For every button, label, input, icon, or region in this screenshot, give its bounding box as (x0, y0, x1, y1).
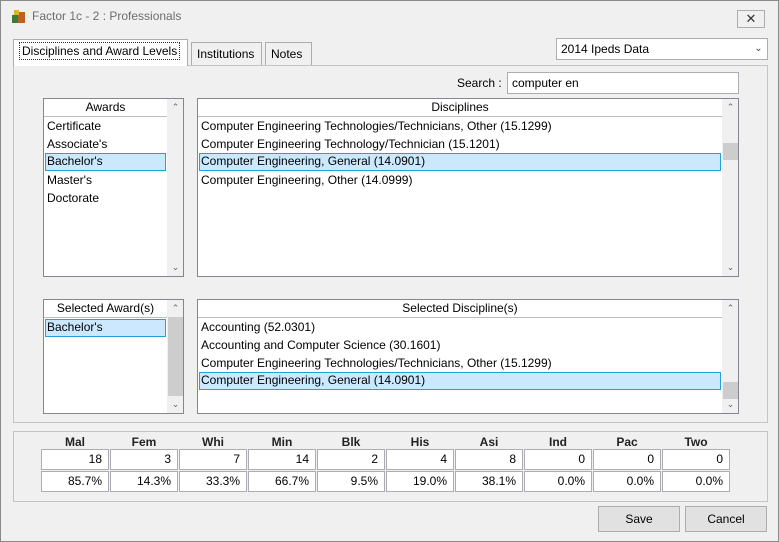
stat-count: 2 (317, 449, 385, 470)
list-item-selected[interactable]: Bachelor's (45, 319, 166, 337)
stat-whi: Whi 7 33.3% (179, 435, 247, 492)
selected-awards-scrollbar[interactable]: ⌃ ⌄ (167, 300, 183, 413)
stat-count: 7 (179, 449, 247, 470)
list-item[interactable]: Accounting and Computer Science (30.1601… (199, 337, 721, 355)
stat-percent: 0.0% (662, 471, 730, 492)
disciplines-list[interactable]: Disciplines Computer Engineering Technol… (197, 98, 739, 277)
window-title: Factor 1c - 2 : Professionals (32, 9, 182, 23)
cancel-button[interactable]: Cancel (685, 506, 767, 532)
list-item[interactable]: Master's (45, 172, 166, 190)
list-item[interactable]: Computer Engineering Technology/Technici… (199, 136, 721, 154)
awards-list[interactable]: Awards Certificate Associate's Bachelor'… (43, 98, 184, 277)
stat-label: Pac (616, 435, 638, 449)
stat-label: Asi (479, 435, 499, 449)
save-button[interactable]: Save (598, 506, 680, 532)
selected-awards-list[interactable]: Selected Award(s) Bachelor's ⌃ ⌄ (43, 299, 184, 414)
list-item[interactable]: Computer Engineering Technologies/Techni… (199, 118, 721, 136)
scroll-down-icon[interactable]: ⌄ (722, 259, 738, 276)
selected-disciplines-header: Selected Discipline(s) (198, 300, 722, 318)
stat-label: Blk (341, 435, 361, 449)
stat-percent: 38.1% (455, 471, 523, 492)
scroll-thumb[interactable] (168, 317, 183, 396)
stat-fem: Fem 3 14.3% (110, 435, 178, 492)
search-label: Search : (457, 76, 502, 90)
stat-blk: Blk 2 9.5% (317, 435, 385, 492)
demographic-stats: Mal 18 85.7% Fem 3 14.3% Whi 7 33.3% Min… (35, 435, 735, 495)
disciplines-header: Disciplines (198, 99, 722, 117)
title-bar: Factor 1c - 2 : Professionals ✕ (1, 1, 778, 31)
close-button[interactable]: ✕ (737, 10, 765, 28)
dialog-window: Factor 1c - 2 : Professionals ✕ Discipli… (0, 0, 779, 542)
stat-label: Min (271, 435, 293, 449)
selected-awards-header: Selected Award(s) (44, 300, 167, 318)
scroll-down-icon[interactable]: ⌄ (722, 396, 738, 413)
scroll-down-icon[interactable]: ⌄ (167, 396, 183, 413)
list-item[interactable]: Accounting (52.0301) (199, 319, 721, 337)
stat-min: Min 14 66.7% (248, 435, 316, 492)
stat-asi: Asi 8 38.1% (455, 435, 523, 492)
scroll-up-icon[interactable]: ⌃ (167, 99, 183, 116)
disciplines-scrollbar[interactable]: ⌃ ⌄ (722, 99, 738, 276)
tab-notes[interactable]: Notes (265, 42, 312, 65)
scroll-up-icon[interactable]: ⌃ (167, 300, 183, 317)
list-item[interactable]: Associate's (45, 136, 166, 154)
stat-count: 0 (662, 449, 730, 470)
stat-his: His 4 19.0% (386, 435, 454, 492)
stat-count: 3 (110, 449, 178, 470)
stat-label: Fem (131, 435, 157, 449)
stat-ind: Ind 0 0.0% (524, 435, 592, 492)
list-item[interactable]: Computer Engineering Technologies/Techni… (199, 355, 721, 373)
stat-percent: 14.3% (110, 471, 178, 492)
awards-header: Awards (44, 99, 167, 117)
stat-percent: 33.3% (179, 471, 247, 492)
stat-percent: 66.7% (248, 471, 316, 492)
list-item-selected[interactable]: Bachelor's (45, 153, 166, 171)
stat-count: 0 (524, 449, 592, 470)
scroll-thumb[interactable] (723, 143, 738, 160)
stat-percent: 19.0% (386, 471, 454, 492)
stat-label: Ind (549, 435, 567, 449)
stat-mal: Mal 18 85.7% (41, 435, 109, 492)
stat-percent: 0.0% (593, 471, 661, 492)
stat-label: Two (684, 435, 708, 449)
stat-label: Whi (202, 435, 224, 449)
list-item[interactable]: Computer Engineering, Other (14.0999) (199, 172, 721, 190)
selected-disciplines-scrollbar[interactable]: ⌃ ⌄ (722, 300, 738, 413)
dataset-dropdown[interactable]: 2014 Ipeds Data ⌄ (556, 38, 768, 60)
list-item-selected[interactable]: Computer Engineering, General (14.0901) (199, 372, 721, 390)
search-input[interactable] (507, 72, 739, 94)
stat-percent: 9.5% (317, 471, 385, 492)
stat-count: 18 (41, 449, 109, 470)
stat-two: Two 0 0.0% (662, 435, 730, 492)
list-item[interactable]: Certificate (45, 118, 166, 136)
stat-count: 8 (455, 449, 523, 470)
scroll-up-icon[interactable]: ⌃ (722, 99, 738, 116)
scroll-up-icon[interactable]: ⌃ (722, 300, 738, 317)
stat-percent: 85.7% (41, 471, 109, 492)
awards-scrollbar[interactable]: ⌃ ⌄ (167, 99, 183, 276)
stat-pac: Pac 0 0.0% (593, 435, 661, 492)
stat-count: 0 (593, 449, 661, 470)
stat-label: His (410, 435, 430, 449)
tab-institutions[interactable]: Institutions (191, 42, 262, 65)
app-icon (12, 10, 25, 23)
tab-disciplines[interactable]: Disciplines and Award Levels (13, 39, 188, 66)
list-item-selected[interactable]: Computer Engineering, General (14.0901) (199, 153, 721, 171)
stat-label: Mal (64, 435, 85, 449)
stat-count: 14 (248, 449, 316, 470)
chevron-down-icon[interactable]: ⌄ (750, 39, 767, 59)
scroll-down-icon[interactable]: ⌄ (167, 259, 183, 276)
dataset-selected-value: 2014 Ipeds Data (561, 42, 650, 56)
list-item[interactable]: Doctorate (45, 190, 166, 208)
selected-disciplines-list[interactable]: Selected Discipline(s) Accounting (52.03… (197, 299, 739, 414)
stat-count: 4 (386, 449, 454, 470)
close-icon: ✕ (745, 11, 757, 26)
stat-percent: 0.0% (524, 471, 592, 492)
